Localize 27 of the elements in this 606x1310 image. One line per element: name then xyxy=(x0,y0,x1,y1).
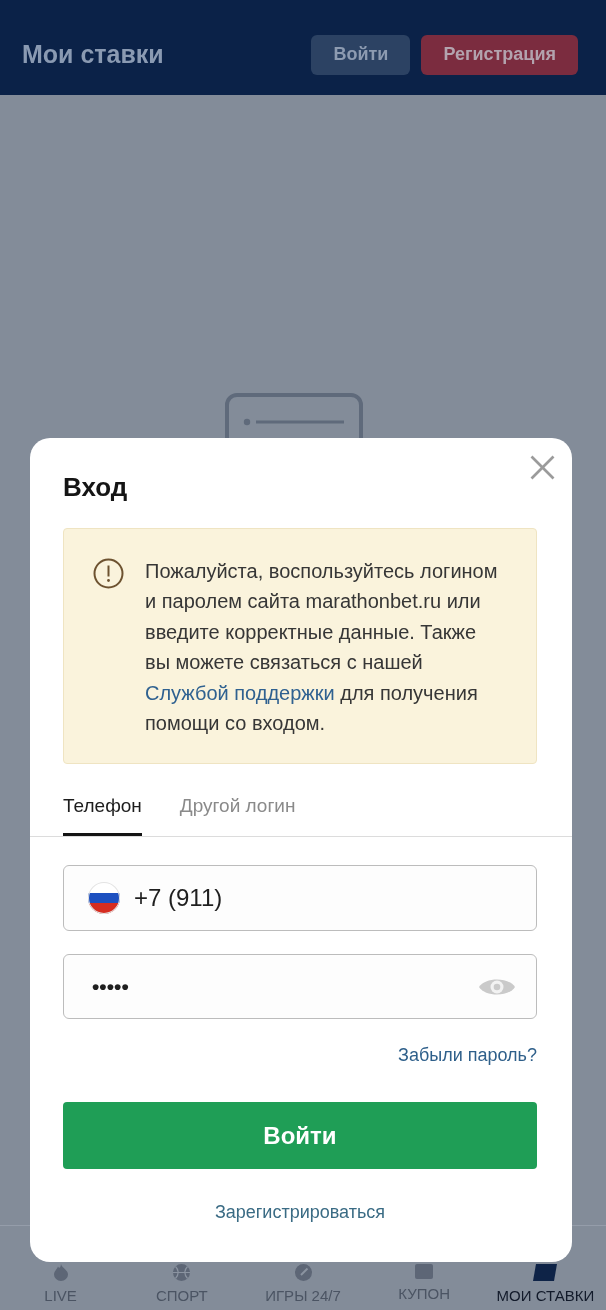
card-icon xyxy=(415,1264,434,1279)
nav-tab[interactable]: КУПОН xyxy=(363,1226,485,1310)
list-document-icon xyxy=(225,393,363,438)
password-field[interactable]: ••••• xyxy=(63,954,537,1020)
notice-text: Пожалуйста, воспользуйтесь логином и паролем сайта marathonbet.ru или введите корректные данные. Также вы можете связаться с нашей Службой поддержки для получения помощи со входом. xyxy=(145,559,499,737)
header-button[interactable]: Войти xyxy=(311,34,411,75)
page-title: Мои ставки xyxy=(22,40,165,69)
login-button[interactable]: Войти xyxy=(63,1102,537,1170)
flag-icon xyxy=(88,882,120,915)
warning-icon xyxy=(93,558,124,589)
close-icon xyxy=(530,455,555,480)
ball-icon xyxy=(173,1264,191,1281)
support-link[interactable]: Службой поддержки xyxy=(145,681,335,704)
login-tab[interactable]: Другой логин xyxy=(179,785,296,837)
nav-tab[interactable]: LIVE xyxy=(0,1226,122,1310)
close-button[interactable] xyxy=(530,455,555,480)
register-link[interactable]: Зарегистрироваться xyxy=(214,1200,386,1225)
document-icon xyxy=(533,1264,558,1281)
login-tab[interactable]: Телефон xyxy=(63,785,142,837)
dialog-title: Вход xyxy=(63,471,128,504)
header-button[interactable]: Регистрация xyxy=(421,34,578,75)
nav-tab[interactable]: ИГРЫ 24/7 xyxy=(242,1226,364,1310)
dial-icon xyxy=(294,1264,312,1281)
forgot-password-link[interactable]: Забыли пароль? xyxy=(398,1043,537,1068)
flame-icon xyxy=(53,1264,68,1281)
phone-field[interactable]: +7 (911) xyxy=(63,865,537,932)
nav-tab[interactable]: МОИ СТАВКИ xyxy=(484,1226,606,1310)
